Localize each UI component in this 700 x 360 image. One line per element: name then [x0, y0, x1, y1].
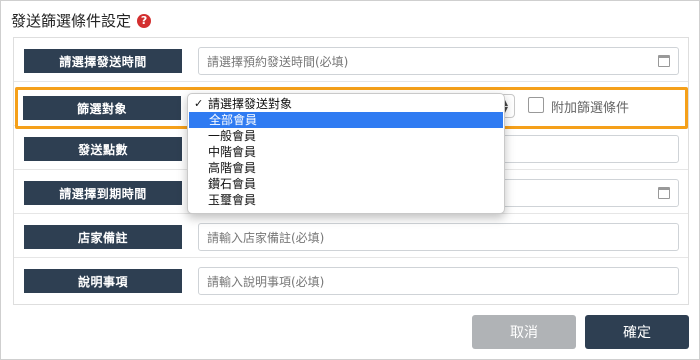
description-placeholder: 請輸入說明事項(必填) — [207, 274, 325, 289]
dropdown-option[interactable]: ✓ 請選擇發送對象 — [188, 96, 504, 112]
cancel-button[interactable]: 取消 — [472, 315, 576, 349]
dropdown-option[interactable]: 全部會員 — [189, 112, 503, 128]
calendar-icon[interactable] — [658, 55, 670, 67]
dropdown-option[interactable]: 高階會員 — [188, 160, 504, 176]
dialog-title-text: 發送篩選條件設定 — [11, 12, 132, 30]
row-send-time: 請選擇發送時間 請選擇預約發送時間(必填) — [14, 38, 688, 82]
store-note-placeholder: 請輸入店家備註(必填) — [207, 230, 325, 245]
target-dropdown-menu: ✓ 請選擇發送對象 全部會員 一般會員 中階會員 高階會員 鑽石會員 玉璽會員 — [187, 93, 505, 214]
option-label: 一般會員 — [208, 129, 257, 143]
calendar-icon[interactable] — [658, 187, 670, 199]
target-label-highlighted: 篩選對象 — [23, 96, 181, 120]
dropdown-option[interactable]: 玉璽會員 — [188, 192, 504, 208]
help-icon[interactable]: ? — [137, 13, 152, 28]
description-input[interactable]: 請輸入說明事項(必填) — [198, 267, 679, 295]
dropdown-option[interactable]: 中階會員 — [188, 144, 504, 160]
send-time-placeholder: 請選擇預約發送時間(必填) — [207, 54, 349, 69]
option-label: 鑽石會員 — [208, 177, 257, 191]
extra-filter-label: 附加篩選條件 — [551, 101, 630, 116]
extra-filter-checkbox[interactable] — [528, 97, 544, 113]
expiry-time-label: 請選擇到期時間 — [24, 181, 182, 205]
option-label: 高階會員 — [208, 161, 257, 175]
option-label: 請選擇發送對象 — [208, 97, 293, 111]
points-label: 發送點數 — [24, 137, 182, 161]
description-label: 說明事項 — [24, 269, 182, 293]
dropdown-option[interactable]: 鑽石會員 — [188, 176, 504, 192]
row-description: 說明事項 請輸入說明事項(必填) — [14, 258, 688, 302]
dialog-title: 發送篩選條件設定 ? — [11, 10, 152, 31]
send-time-input[interactable]: 請選擇預約發送時間(必填) — [198, 47, 679, 75]
store-note-label: 店家備註 — [24, 225, 182, 249]
filter-settings-dialog: 發送篩選條件設定 ? 請選擇發送時間 請選擇預約發送時間(必填) 篩選對象 發送… — [0, 0, 700, 360]
option-label: 全部會員 — [209, 113, 258, 127]
confirm-button[interactable]: 確定 — [585, 315, 689, 349]
send-time-label: 請選擇發送時間 — [24, 49, 182, 73]
row-store-note: 店家備註 請輸入店家備註(必填) — [14, 214, 688, 258]
dropdown-option[interactable]: 一般會員 — [188, 128, 504, 144]
store-note-input[interactable]: 請輸入店家備註(必填) — [198, 223, 679, 251]
option-label: 中階會員 — [208, 145, 257, 159]
option-label: 玉璽會員 — [208, 193, 257, 207]
checkmark-icon: ✓ — [194, 97, 204, 110]
